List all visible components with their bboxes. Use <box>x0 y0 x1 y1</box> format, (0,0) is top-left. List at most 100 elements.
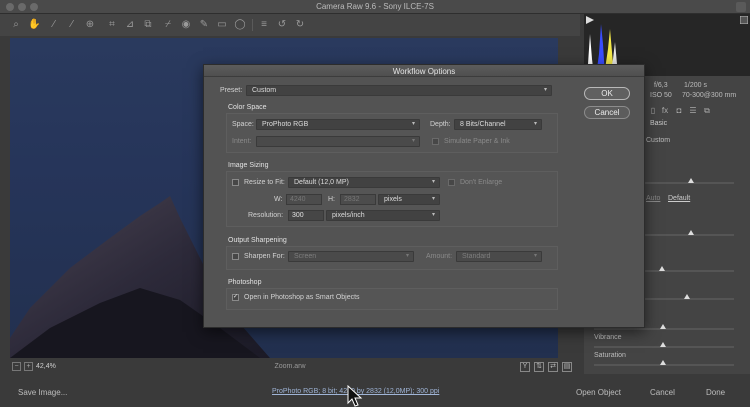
color-sampler-icon[interactable]: ⁄ <box>66 19 78 31</box>
contrast-slider-thumb[interactable] <box>659 266 665 271</box>
output-sharpening-title: Output Sharpening <box>228 237 287 244</box>
resolution-label: Resolution: <box>248 212 284 219</box>
hand-icon[interactable]: ✋ <box>28 19 40 31</box>
auto-link[interactable]: Auto <box>646 195 660 202</box>
ok-button[interactable]: OK <box>584 87 630 100</box>
chevron-down-icon: ▾ <box>431 212 435 218</box>
sharpen-for-value: Screen <box>294 253 317 260</box>
before-after-y-button[interactable]: Y <box>520 362 530 372</box>
cancel-dialog-button[interactable]: Cancel <box>584 106 630 119</box>
open-object-button[interactable]: Open Object <box>576 388 621 397</box>
preset-select[interactable]: Custom ▾ <box>246 85 552 96</box>
default-link[interactable]: Default <box>668 195 690 202</box>
graduated-filter-icon[interactable]: ▭ <box>216 19 228 31</box>
chevron-down-icon: ▾ <box>411 121 415 127</box>
photoshop-title: Photoshop <box>228 279 262 286</box>
size-unit-value: pixels <box>384 196 402 203</box>
sharpen-for-checkbox[interactable] <box>232 253 239 260</box>
height-input[interactable]: 2832 <box>340 194 376 205</box>
dont-enlarge-label: Don't Enlarge <box>460 179 503 186</box>
height-label: H: <box>328 196 335 203</box>
shadow-clipping-icon[interactable] <box>586 16 594 24</box>
size-unit-select[interactable]: pixels ▾ <box>378 194 440 205</box>
workflow-options-dialog: Workflow Options Preset: Custom ▾ OK Can… <box>203 64 645 328</box>
lens-tab-icon[interactable]: ▯ <box>648 106 658 116</box>
straighten-icon[interactable]: ⊿ <box>124 19 136 31</box>
white-balance-select[interactable]: Custom <box>646 137 742 147</box>
preset-label: Preset: <box>220 87 243 94</box>
chevron-down-icon: ▾ <box>533 253 537 259</box>
snapshots-tab-icon[interactable]: ⧉ <box>702 106 712 116</box>
status-bar: − + 42,4% Zoom.arw Y ⇅ ⇄ ▤ <box>0 360 580 374</box>
crop-icon[interactable]: ⌗ <box>106 19 118 31</box>
spot-removal-icon[interactable]: ⌿ <box>162 19 174 31</box>
amount-value: Standard <box>462 253 491 260</box>
temperature-slider-thumb[interactable] <box>688 178 694 183</box>
window-title: Camera Raw 9.6 - Sony ILCE-7S <box>316 2 434 11</box>
copy-settings-button[interactable]: ⇄ <box>548 362 558 372</box>
chevron-down-icon: ▾ <box>405 253 409 259</box>
fullscreen-icon[interactable] <box>736 2 746 12</box>
shutter-value: 1/200 s <box>684 82 707 89</box>
clarity-slider-thumb[interactable] <box>660 324 666 329</box>
target-adjust-icon[interactable]: ⊕ <box>84 19 96 31</box>
rotate-left-icon[interactable]: ↺ <box>276 19 288 31</box>
cancel-button[interactable]: Cancel <box>650 388 675 397</box>
chevron-down-icon: ▾ <box>411 138 415 144</box>
title-bar: Camera Raw 9.6 - Sony ILCE-7S <box>0 0 750 14</box>
presets-tab-icon[interactable]: ☰ <box>688 106 698 116</box>
toggle-settings-button[interactable]: ▤ <box>562 362 572 372</box>
preferences-icon[interactable]: ≡ <box>258 19 270 31</box>
resize-to-fit-select[interactable]: Default (12,0 MP) ▾ <box>288 177 440 188</box>
simulate-paper-checkbox[interactable] <box>432 138 439 145</box>
saturation-slider-thumb[interactable] <box>660 360 666 365</box>
resize-to-fit-label: Resize to Fit: <box>244 179 285 186</box>
toolbar-divider <box>252 19 253 31</box>
space-label: Space: <box>232 121 254 128</box>
space-select[interactable]: ProPhoto RGB ▾ <box>256 119 420 130</box>
dialog-title: Workflow Options <box>392 67 456 76</box>
amount-select[interactable]: Standard ▾ <box>456 251 542 262</box>
chevron-down-icon: ▾ <box>431 196 435 202</box>
effects-tab-icon[interactable]: fx <box>660 106 670 116</box>
footer-bar: Save Image... ProPhoto RGB; 8 bit; 4240 … <box>0 376 750 407</box>
resolution-unit-select[interactable]: pixels/inch ▾ <box>326 210 440 221</box>
highlight-clipping-icon[interactable] <box>739 15 749 25</box>
done-button[interactable]: Done <box>706 388 725 397</box>
chevron-down-icon: ▾ <box>431 179 435 185</box>
depth-select[interactable]: 8 Bits/Channel ▾ <box>454 119 542 130</box>
intent-label: Intent: <box>232 138 252 145</box>
chevron-down-icon: ▾ <box>533 121 537 127</box>
camera-calibration-tab-icon[interactable]: ◘ <box>674 106 684 116</box>
dont-enlarge-checkbox[interactable] <box>448 179 455 186</box>
basic-panel-title: Basic <box>650 120 668 127</box>
aperture-value: f/6,3 <box>654 82 668 89</box>
intent-select[interactable]: ▾ <box>256 136 420 147</box>
exposure-slider-thumb[interactable] <box>688 230 694 235</box>
red-eye-icon[interactable]: ◉ <box>180 19 192 31</box>
highlights-slider-thumb[interactable] <box>684 294 690 299</box>
vibrance-slider-thumb[interactable] <box>660 342 666 347</box>
sharpen-for-label: Sharpen For: <box>244 253 285 260</box>
save-image-button[interactable]: Save Image... <box>18 388 67 397</box>
width-input[interactable]: 4240 <box>286 194 322 205</box>
zoom-icon[interactable]: ⌕ <box>10 19 22 31</box>
file-name: Zoom.arw <box>274 363 306 370</box>
radial-filter-icon[interactable]: ◯ <box>234 19 246 31</box>
resolution-input[interactable]: 300 <box>288 210 324 221</box>
width-label: W: <box>274 196 283 203</box>
adjustment-brush-icon[interactable]: ✎ <box>198 19 210 31</box>
resize-to-fit-checkbox[interactable] <box>232 179 239 186</box>
white-balance-icon[interactable]: ⁄ <box>48 19 60 31</box>
rotate-right-icon[interactable]: ↻ <box>294 19 306 31</box>
dialog-titlebar: Workflow Options <box>204 65 644 77</box>
simulate-paper-label: Simulate Paper & Ink <box>444 138 510 145</box>
swap-view-button[interactable]: ⇅ <box>534 362 544 372</box>
transform-icon[interactable]: ⧉ <box>142 19 154 31</box>
preset-value: Custom <box>252 87 277 94</box>
smart-objects-checkbox[interactable]: ✓ <box>232 294 239 301</box>
sharpen-for-select[interactable]: Screen ▾ <box>288 251 414 262</box>
space-value: ProPhoto RGB <box>262 121 309 128</box>
amount-label: Amount: <box>426 253 453 260</box>
smart-objects-label: Open in Photoshop as Smart Objects <box>244 294 360 301</box>
